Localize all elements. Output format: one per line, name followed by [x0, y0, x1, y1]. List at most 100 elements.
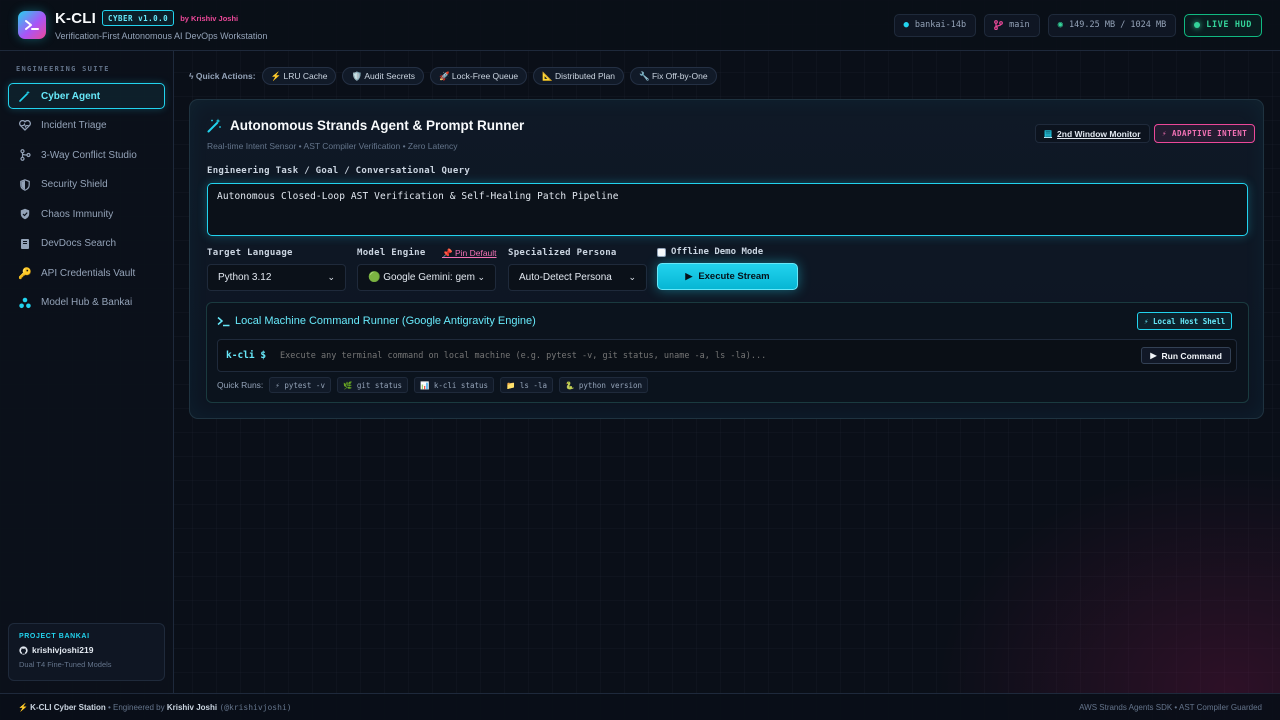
- quick-run-git-status[interactable]: 🌿 git status: [336, 377, 408, 393]
- project-user-label: krishivjoshi219: [32, 645, 94, 655]
- project-card: PROJECT BANKAI krishivjoshi219 Dual T4 F…: [8, 623, 165, 681]
- offline-demo-checkbox[interactable]: [657, 247, 666, 257]
- pin-default-link[interactable]: 📌 Pin Default: [442, 248, 497, 259]
- live-dot-icon: [1194, 22, 1201, 28]
- persona-label: Specialized Persona: [508, 248, 617, 258]
- command-input-row: k-cli $ ▶ Run Command: [217, 339, 1237, 372]
- ruler-icon: 📐: [542, 70, 556, 81]
- panel-title-text: Autonomous Strands Agent & Prompt Runner: [230, 118, 525, 133]
- sidebar-item-api-credentials[interactable]: 🔑 API Credentials Vault: [8, 260, 165, 286]
- git-merge-icon: [19, 149, 31, 161]
- run-command-button[interactable]: ▶ Run Command: [1141, 347, 1231, 364]
- sidebar-item-label: Chaos Immunity: [41, 208, 114, 220]
- quick-runs: Quick Runs: ⚡ pytest -v 🌿 git status 📊 k…: [217, 377, 649, 393]
- sidebar: ENGINEERING SUITE Cyber Agent Incident T…: [0, 51, 174, 693]
- chevron-down-icon: ⌄: [628, 272, 636, 282]
- magic-wand-icon: [207, 118, 221, 133]
- sidebar-item-devdocs-search[interactable]: DevDocs Search: [8, 231, 165, 257]
- sidebar-item-label: Security Shield: [41, 179, 108, 190]
- version-badge: CYBER v1.0.0: [102, 10, 175, 26]
- sidebar-title: ENGINEERING SUITE: [16, 65, 110, 73]
- wrench-icon: 🔧: [639, 70, 652, 81]
- live-hud-label: LIVE HUD: [1206, 20, 1252, 30]
- sidebar-item-security-shield[interactable]: Security Shield: [8, 172, 165, 198]
- heart-pulse-icon: [19, 120, 31, 132]
- project-subtitle: Dual T4 Fine-Tuned Models: [19, 660, 112, 669]
- monitor-icon: ▤: [1044, 128, 1053, 138]
- quick-runs-label: Quick Runs:: [217, 380, 264, 390]
- brand-author: by Krishiv Joshi: [180, 13, 239, 23]
- task-label: Engineering Task / Goal / Conversational…: [207, 166, 471, 176]
- shield-check-icon: [19, 208, 31, 220]
- quick-run-ls[interactable]: 📁 ls -la: [500, 377, 553, 393]
- offline-demo-label: Offline Demo Mode: [671, 247, 764, 257]
- brand-name: K-CLI: [55, 9, 96, 27]
- language-label: Target Language: [207, 248, 293, 258]
- model-select-value: 🟢 Google Gemini: gem: [368, 272, 475, 283]
- quick-action-lock-free-queue[interactable]: 🚀 Lock-Free Queue: [429, 67, 528, 85]
- play-icon: ▶: [1150, 351, 1157, 360]
- sidebar-item-incident-triage[interactable]: Incident Triage: [8, 113, 165, 139]
- brain-icon: ●: [903, 20, 909, 30]
- adaptive-intent-badge[interactable]: ⚡ ADAPTIVE INTENT: [1154, 124, 1256, 143]
- quick-run-pytest[interactable]: ⚡ pytest -v: [269, 377, 331, 393]
- sidebar-item-label: Cyber Agent: [41, 90, 101, 102]
- language-select[interactable]: Python 3.12 ⌄: [207, 264, 346, 291]
- sidebar-item-chaos-immunity[interactable]: Chaos Immunity: [8, 201, 165, 227]
- quick-run-python-version[interactable]: 🐍 python version: [558, 377, 649, 393]
- quick-action-distributed-plan[interactable]: 📐 Distributed Plan: [533, 67, 625, 85]
- chevron-down-icon: ⌄: [327, 272, 335, 282]
- memory-chip: ◉ 149.25 MB / 1024 MB: [1047, 13, 1177, 37]
- key-icon: 🔑: [18, 267, 32, 280]
- app-header: K-CLI CYBER v1.0.0 by Krishiv Joshi Veri…: [0, 0, 1280, 51]
- footer-right: AWS Strands Agents SDK • AST Compiler Gu…: [1079, 702, 1262, 712]
- command-input[interactable]: [280, 345, 1142, 366]
- quick-action-lru-cache[interactable]: ⚡ LRU Cache: [261, 67, 337, 85]
- persona-select-value: Auto-Detect Persona: [519, 272, 612, 283]
- bolt-icon: ϟ: [189, 71, 196, 81]
- sidebar-item-label: 3-Way Conflict Studio: [41, 149, 137, 161]
- local-host-shell-badge: ⚡ Local Host Shell: [1137, 312, 1233, 330]
- second-window-monitor-button[interactable]: ▤ 2nd Window Monitor: [1035, 124, 1150, 143]
- terminal-logo-icon: [18, 11, 46, 39]
- offline-demo-toggle[interactable]: Offline Demo Mode: [657, 247, 763, 257]
- execute-stream-button[interactable]: ▶ Execute Stream: [657, 263, 798, 290]
- project-user[interactable]: krishivjoshi219: [19, 645, 154, 655]
- quick-run-kcli-status[interactable]: 📊 k-cli status: [413, 377, 495, 393]
- agent-runner-panel: Autonomous Strands Agent & Prompt Runner…: [189, 99, 1264, 419]
- bolt-icon: ⚡: [270, 70, 284, 81]
- play-icon: ▶: [685, 271, 693, 281]
- git-branch-icon: [994, 20, 1004, 30]
- sidebar-item-cyber-agent[interactable]: Cyber Agent: [8, 83, 165, 109]
- sidebar-item-label: DevDocs Search: [41, 238, 117, 249]
- persona-select[interactable]: Auto-Detect Persona ⌄: [508, 264, 647, 291]
- shield-icon: [19, 178, 31, 191]
- shell-prompt: k-cli $: [226, 350, 267, 361]
- project-title: PROJECT BANKAI: [19, 633, 90, 640]
- quick-actions-bar: ϟ Quick Actions: ⚡ LRU Cache 🛡️ Audit Se…: [189, 67, 717, 85]
- rocket-icon: 🚀: [438, 70, 452, 81]
- chevron-down-icon: ⌄: [477, 272, 485, 282]
- model-select[interactable]: 🟢 Google Gemini: gem ⌄: [357, 264, 496, 291]
- task-input[interactable]: Autonomous Closed-Loop AST Verification …: [207, 183, 1248, 236]
- live-hud-chip[interactable]: LIVE HUD: [1184, 13, 1262, 37]
- branch-chip[interactable]: main: [984, 13, 1040, 37]
- panel-subtitle: Real-time Intent Sensor • AST Compiler V…: [207, 141, 458, 151]
- sidebar-item-conflict-studio[interactable]: 3-Way Conflict Studio: [8, 142, 165, 168]
- model-chip-label: bankai-14b: [914, 20, 967, 30]
- github-icon: [19, 645, 28, 655]
- terminal-icon: [217, 316, 230, 326]
- sidebar-item-label: API Credentials Vault: [41, 267, 136, 279]
- memory-icon: ◉: [1057, 20, 1064, 30]
- sidebar-item-model-hub[interactable]: Model Hub & Bankai: [8, 290, 165, 316]
- branch-chip-label: main: [1009, 20, 1030, 30]
- quick-action-audit-secrets[interactable]: 🛡️ Audit Secrets: [342, 67, 424, 85]
- quick-action-fix-off-by-one[interactable]: 🔧 Fix Off-by-One: [630, 67, 717, 85]
- model-chip[interactable]: ● bankai-14b: [893, 13, 977, 37]
- footer: ⚡ K-CLI Cyber Station • Engineered by Kr…: [0, 693, 1280, 720]
- book-icon: [19, 238, 31, 250]
- network-icon: [19, 297, 31, 309]
- quick-actions-label: ϟ Quick Actions:: [189, 71, 256, 81]
- runner-title: Local Machine Command Runner (Google Ant…: [217, 315, 536, 327]
- panel-title: Autonomous Strands Agent & Prompt Runner: [207, 118, 524, 133]
